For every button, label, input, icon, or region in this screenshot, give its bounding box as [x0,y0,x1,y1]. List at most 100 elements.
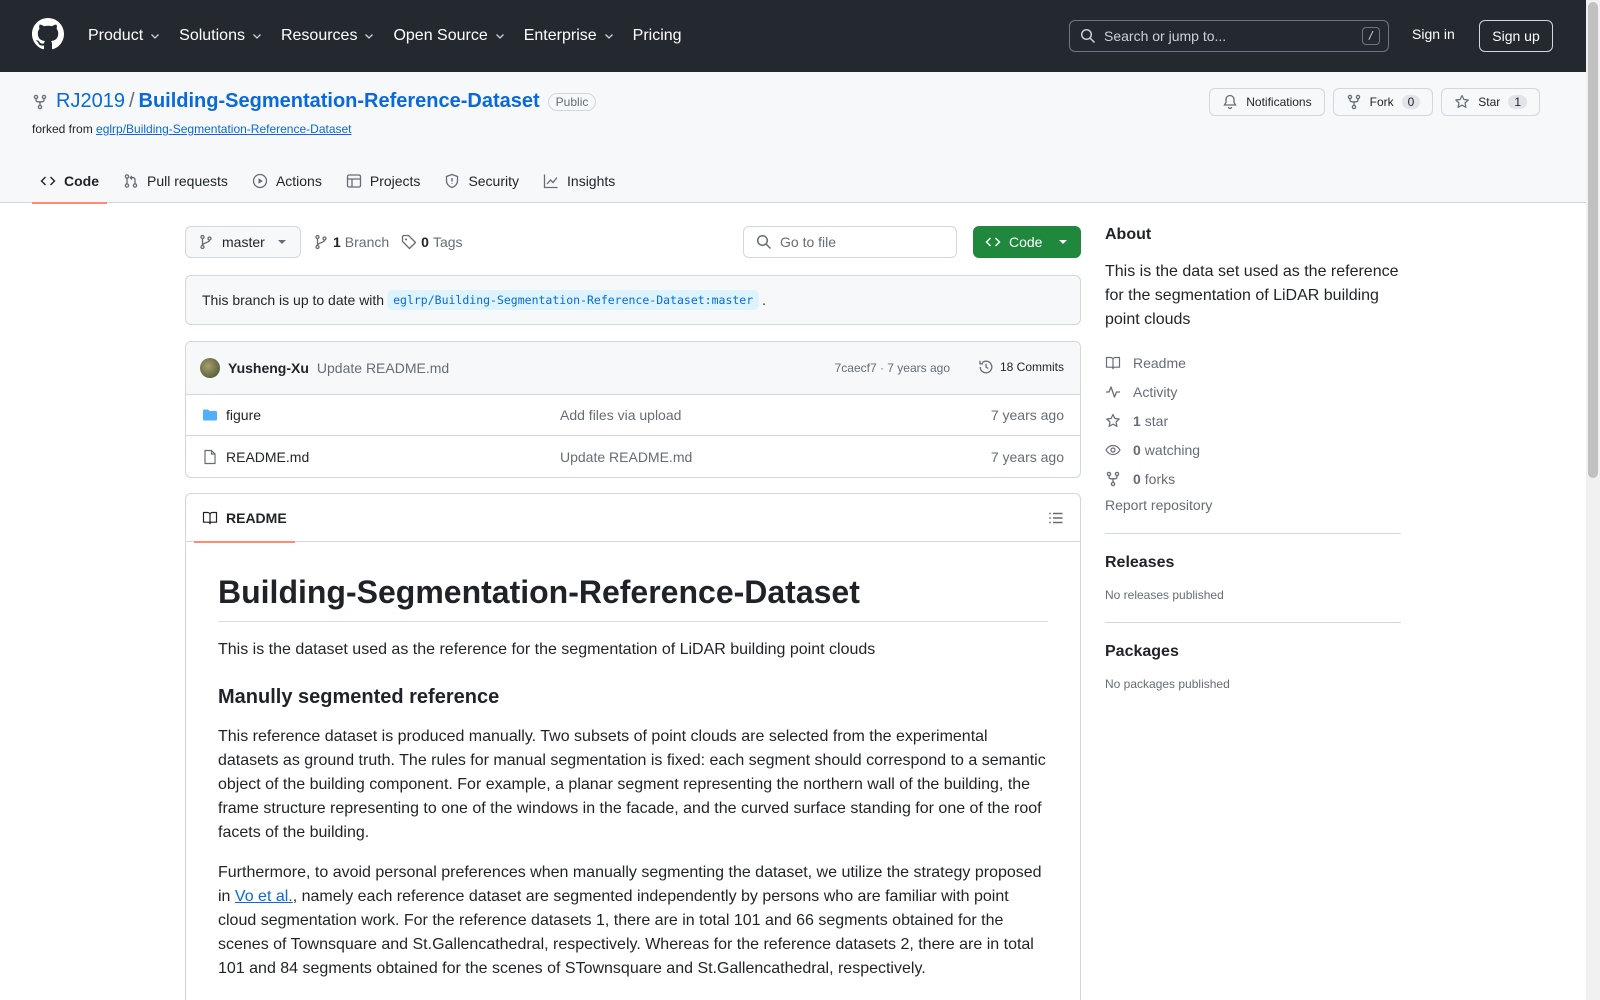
tag-icon [402,234,417,250]
branch-select-button[interactable]: master [185,226,301,258]
file-commit-link[interactable]: Add files via upload [560,407,681,423]
watchers-link[interactable]: 0 watching [1105,435,1401,464]
nav-resources[interactable]: Resources [281,27,375,45]
search-placeholder: Search or jump to... [1104,28,1227,44]
table-of-contents-icon[interactable] [1048,510,1064,526]
notifications-button[interactable]: Notifications [1209,88,1325,116]
tab-code[interactable]: Code [32,159,107,204]
fork-count: 0 [1401,95,1421,109]
packages-empty-text: No packages published [1105,677,1230,691]
avatar[interactable] [200,358,220,378]
commit-hash-time[interactable]: 7caecf7 · 7 years ago [835,361,950,375]
nav-label: Enterprise [523,27,597,44]
page-scrollbar[interactable] [1586,0,1600,1000]
file-name-link[interactable]: README.md [226,449,309,465]
global-nav: Product Solutions Resources Open Source … [88,0,700,72]
stars-count: 1 [1133,412,1141,429]
go-to-file-input[interactable]: Go to file [743,226,957,258]
readme-text: , namely each reference dataset are segm… [218,888,1034,977]
nav-label: Product [88,27,144,44]
search-icon [1080,28,1096,44]
watching-count: 0 [1133,441,1141,458]
table-row[interactable]: README.md Update README.md 7 years ago [186,436,1080,477]
upstream-ref[interactable]: eglrp/Building-Segmentation-Reference-Da… [387,290,760,310]
forked-source-link[interactable]: eglrp/Building-Segmentation-Reference-Da… [96,122,351,136]
forked-from-label: forked from [32,122,93,136]
sign-up-button[interactable]: Sign up [1479,20,1553,52]
star-button[interactable]: Star 1 [1441,88,1540,116]
tab-security[interactable]: Security [436,159,527,203]
code-dropdown-button[interactable]: Code [973,226,1081,258]
forks-link[interactable]: 0 forks [1105,464,1401,493]
nav-solutions[interactable]: Solutions [179,27,263,45]
star-count: 1 [1508,95,1527,109]
branches-link[interactable]: Branch [345,234,389,250]
github-logo-icon[interactable] [32,18,64,50]
history-icon [979,360,993,374]
branch-count: 1 [333,234,341,250]
star-label: Star [1478,95,1501,109]
readme-body: Building-Segmentation-Reference-Dataset … [186,542,1080,1000]
nav-pricing[interactable]: Pricing [633,27,682,45]
fork-button[interactable]: Fork 0 [1332,88,1434,116]
tab-label: Insights [567,173,616,189]
forked-from: forked from eglrp/Building-Segmentation-… [32,122,352,136]
repo-name-link[interactable]: Building-Segmentation-Reference-Dataset [139,90,540,113]
repo-tabs: Code Pull requests Actions Projects Secu… [32,159,631,204]
file-commit-link[interactable]: Update README.md [560,449,692,465]
repo-separator: / [128,90,135,112]
folder-icon [203,409,217,421]
tab-insights[interactable]: Insights [535,159,623,203]
sign-in-link[interactable]: Sign in [1412,26,1455,42]
commit-message-link[interactable]: Update README.md [317,360,449,376]
readme-header: README [186,494,1080,543]
tab-projects[interactable]: Projects [338,159,429,203]
packages-heading[interactable]: Packages [1105,643,1401,661]
readme-paragraph: This reference dataset is produced manua… [218,728,1046,841]
caret-down-icon [278,240,286,244]
tab-label: Pull requests [147,173,228,189]
readme-tab-label: README [226,510,287,526]
nav-label: Solutions [179,27,245,44]
nav-enterprise[interactable]: Enterprise [524,27,615,45]
forks-count: 0 [1133,470,1141,487]
nav-label: Resources [280,27,358,44]
branch-tag-info: 1 Branch 0 Tags [313,226,463,258]
pulse-icon [1106,385,1120,398]
tab-readme[interactable]: README [194,494,295,543]
scrollbar-thumb[interactable] [1588,2,1598,478]
tab-label: Projects [369,173,421,189]
readme-link[interactable]: Readme [1105,348,1401,377]
git-branch-icon [200,234,212,250]
readme-title: Building-Segmentation-Reference-Dataset [218,574,1048,622]
readme-section-heading: Manully segmented reference [218,686,500,708]
tags-link[interactable]: Tags [433,234,463,250]
tab-pull-requests[interactable]: Pull requests [115,159,236,203]
file-name-link[interactable]: figure [226,407,261,423]
book-icon [1105,356,1121,369]
global-search-input[interactable]: Search or jump to... / [1069,20,1389,52]
main-content: master 1 Branch 0 Tags Go to file Code T… [185,226,1081,1000]
fork-label: Fork [1369,95,1394,109]
code-icon [985,237,1001,247]
repo-owner-link[interactable]: RJ2019 [56,90,125,113]
commit-author-link[interactable]: Yusheng-Xu [228,360,309,376]
report-repository-link[interactable]: Report repository [1105,497,1401,513]
tab-actions[interactable]: Actions [244,159,330,203]
repo-title: RJ2019 / Building-Segmentation-Reference… [32,90,597,113]
code-icon [40,176,56,186]
activity-link[interactable]: Activity [1105,377,1401,406]
nav-product[interactable]: Product [88,27,161,45]
eye-icon [1105,444,1121,455]
vo-et-al-link[interactable]: Vo et al. [235,888,293,905]
commits-history-link[interactable]: 18 Commits [978,359,1064,375]
table-row[interactable]: figure Add files via upload 7 years ago [186,395,1080,436]
repo-header: RJ2019 / Building-Segmentation-Reference… [0,72,1586,204]
visibility-badge: Public [547,92,597,111]
releases-heading[interactable]: Releases [1105,554,1401,572]
stars-link[interactable]: 1 star [1105,406,1401,435]
file-age: 7 years ago [990,407,1064,423]
play-circle-icon [252,173,268,189]
about-description: This is the data set used as the referen… [1105,263,1399,328]
nav-open-source[interactable]: Open Source [393,27,505,45]
